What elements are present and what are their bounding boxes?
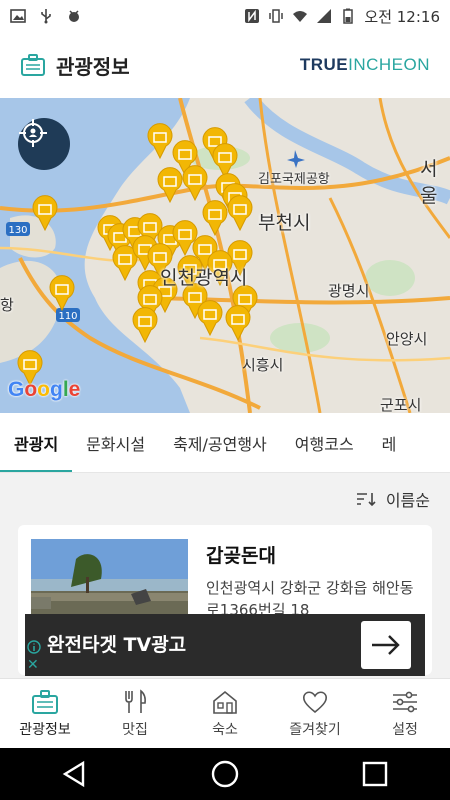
map-marker[interactable] [227,195,253,232]
map-label-gimpo-airport: 김포국제공항 [258,172,330,187]
tab-label: 축제/공연행사 [173,434,267,454]
ad-close-icon[interactable]: ✕ [27,658,41,672]
route-shield-130: 130 [6,222,30,236]
tab-leports[interactable]: 레 [368,413,411,472]
home-icon[interactable] [210,759,240,789]
usb-icon [41,9,51,24]
system-navigation-bar [0,748,450,800]
nav-settings[interactable]: 설정 [360,679,450,748]
sort-label: 이름순 [385,491,430,510]
wifi-icon [293,11,308,22]
my-location-button[interactable] [18,118,70,170]
recents-icon[interactable] [360,759,390,789]
brand-logo: TRUEINCHEON [300,55,430,75]
category-tabs: 관광지 문화시설 축제/공연행사 여행코스 레 [0,413,450,473]
status-bar: 오전 12:16 [0,0,450,32]
back-icon[interactable] [60,759,90,789]
tab-courses[interactable]: 여행코스 [281,413,368,472]
nav-label: 숙소 [212,721,238,738]
sort-icon [356,493,376,507]
route-shield-110: 110 [56,308,80,322]
tab-label: 문화시설 [86,434,146,454]
briefcase-icon [21,54,45,76]
vibrate-icon [269,9,284,23]
map-label-incheon: 인천광역시 [160,267,248,289]
tab-label: 레 [381,434,397,454]
ad-text: 완전타겟 TV광고 [47,634,187,656]
map-marker[interactable] [212,143,238,180]
map-marker[interactable] [182,165,208,202]
arrow-right-icon [372,635,400,655]
map-label-gwangmyeong: 광명시 [328,282,370,300]
tab-tourist-spots[interactable]: 관광지 [0,413,73,472]
airport-icon [287,150,305,168]
nav-label: 설정 [392,721,418,738]
map-marker[interactable] [147,123,173,160]
image-icon [10,9,26,23]
nfc-icon [245,9,260,23]
signal-icon [317,9,332,23]
nav-favorites[interactable]: 즐겨찾기 [270,679,360,748]
tab-festivals[interactable]: 축제/공연행사 [159,413,281,472]
map-label-gunpo: 군포시 [380,396,422,413]
sort-button[interactable]: 이름순 [356,487,430,511]
route-130-label: 130 [8,225,27,236]
heart-icon [302,690,328,713]
status-time: 오전 12:16 [364,7,440,26]
map-label-siheung: 시흥시 [242,356,284,374]
crosshair-icon [19,119,47,147]
tab-culture[interactable]: 문화시설 [72,413,159,472]
nav-lodging[interactable]: 숙소 [180,679,270,748]
nav-tour-info[interactable]: 관광정보 [0,679,90,748]
briefcase-icon [32,689,58,714]
nav-label: 맛집 [122,721,148,738]
sliders-icon [393,691,417,712]
map-marker[interactable] [197,300,223,337]
google-logo: Google [8,378,81,401]
map-view[interactable]: 130 110 김포국제공항 서울 부천시 인천광역시 광명시 안양시 시흥시 … [0,98,450,413]
ad-arrow-button[interactable] [361,621,411,669]
map-marker[interactable] [225,305,251,342]
map-label-bucheon: 부천시 [258,212,311,234]
map-label-seoul: 서울 [420,158,438,207]
brand-bold: TRUE [299,55,349,74]
place-title: 갑곶돈대 [206,545,276,567]
nav-label: 즐겨찾기 [289,721,341,738]
battery-icon [343,8,354,24]
map-label-port: 항 [0,296,14,314]
nav-restaurants[interactable]: 맛집 [90,679,180,748]
nav-label: 관광정보 [19,721,71,738]
ad-banner[interactable]: ✕ 완전타겟 TV광고 [25,614,425,676]
map-marker[interactable] [132,307,158,344]
map-marker[interactable] [202,200,228,237]
android-debug-icon [69,10,79,22]
house-icon [213,690,237,714]
app-header: 관광정보 TRUEINCHEON [0,32,450,98]
utensils-icon [125,688,146,713]
brand-light: INCHEON [348,55,430,74]
tab-label: 관광지 [14,434,59,454]
page-title: 관광정보 [56,54,130,79]
map-label-anyang: 안양시 [386,330,428,348]
route-110-label: 110 [58,311,77,322]
ad-info-icon[interactable] [27,640,41,654]
tab-label: 여행코스 [294,434,354,454]
bottom-navigation: 관광정보 맛집 숙소 즐겨찾기 설정 [0,678,450,748]
